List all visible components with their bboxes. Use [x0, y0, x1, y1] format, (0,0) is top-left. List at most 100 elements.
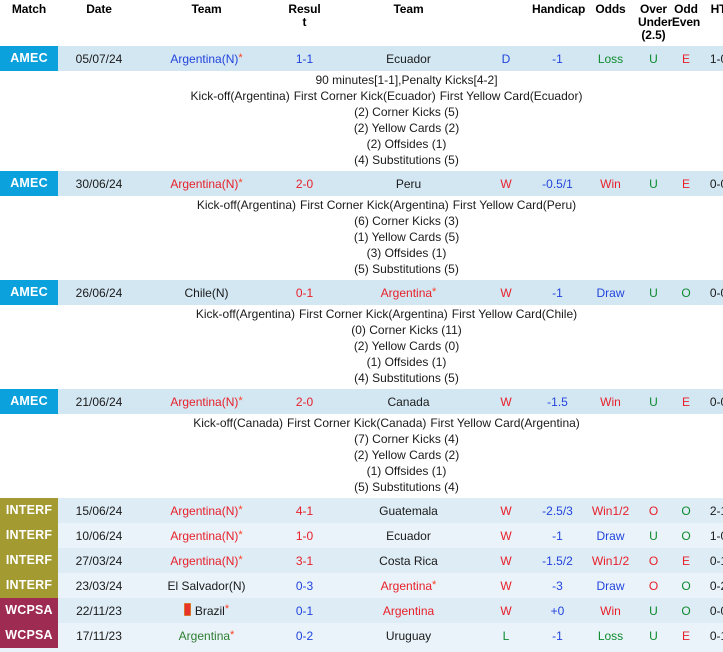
cell-over-under-25: O	[637, 498, 670, 523]
team-name-label: Argentina	[381, 286, 432, 300]
cell-handicap: -2.5/3	[531, 498, 584, 523]
header-team-away: Team	[336, 0, 481, 46]
league-badge: INTERF	[0, 573, 58, 598]
table-row[interactable]: INTERF15/06/24Argentina(N)*4-1GuatemalaW…	[0, 498, 723, 523]
cell-team-home[interactable]: Argentina(N)*	[140, 498, 273, 523]
cell-team-away[interactable]: Argentina*	[336, 573, 481, 598]
header-odd-even: Odd Even	[670, 0, 702, 46]
cell-team-away[interactable]: Argentina	[336, 598, 481, 623]
detail-stat-line: (1) Yellow Cards (5)	[0, 229, 723, 245]
match-detail-row: 90 minutes[1-1],Penalty Kicks[4-2]Kick-o…	[0, 71, 723, 171]
detail-stat-line: (2) Yellow Cards (2)	[0, 447, 723, 463]
cell-team-away[interactable]: Ecuador	[336, 523, 481, 548]
cell-odd-even: E	[670, 171, 702, 196]
cell-league[interactable]: WCPSA	[0, 598, 58, 623]
team-name-label: Argentina	[381, 579, 432, 593]
cell-ht: 2-1	[702, 498, 723, 523]
cell-odds: Draw	[584, 573, 637, 598]
detail-first-yellow: First Yellow Card(Argentina)	[430, 415, 579, 431]
cell-odds: Win1/2	[584, 498, 637, 523]
league-badge: AMEC	[0, 280, 58, 305]
table-row[interactable]: WCPSA22/11/23Brazil*0-1ArgentinaW+0WinUO…	[0, 598, 723, 623]
detail-events-line: Kick-off(Argentina)First Corner Kick(Arg…	[0, 306, 723, 322]
cell-wdl: W	[481, 171, 531, 196]
table-row[interactable]: INTERF27/03/24Argentina(N)*3-1Costa Rica…	[0, 548, 723, 573]
cell-league[interactable]: INTERF	[0, 523, 58, 548]
table-row[interactable]: INTERF23/03/24El Salvador(N)0-3Argentina…	[0, 573, 723, 598]
cell-date: 22/11/23	[58, 598, 140, 623]
league-badge: WCPSA	[0, 598, 58, 623]
match-detail-cell: 90 minutes[1-1],Penalty Kicks[4-2]Kick-o…	[0, 71, 723, 171]
cell-team-away[interactable]: Canada	[336, 389, 481, 414]
cell-handicap: -3	[531, 573, 584, 598]
cell-odd-even: O	[670, 498, 702, 523]
cell-odd-even: E	[670, 389, 702, 414]
cell-team-home[interactable]: Argentina*	[140, 623, 273, 648]
cell-handicap: -1.5	[531, 389, 584, 414]
cell-over-under-25: U	[637, 46, 670, 71]
cell-result: 0-1	[273, 280, 336, 305]
table-row[interactable]: AMEC05/07/24Argentina(N)*1-1EcuadorD-1Lo…	[0, 46, 723, 71]
team-star-marker: *	[238, 177, 242, 189]
match-detail-row: Kick-off(Argentina)First Corner Kick(Arg…	[0, 196, 723, 280]
cell-wdl: L	[481, 623, 531, 648]
cell-team-away[interactable]: Guatemala	[336, 498, 481, 523]
cell-league[interactable]: AMEC	[0, 389, 58, 414]
cell-handicap: -1.5/2	[531, 548, 584, 573]
cell-team-home[interactable]: Argentina(N)*	[140, 523, 273, 548]
cell-team-away[interactable]: Peru	[336, 171, 481, 196]
cell-team-home[interactable]: Argentina(N)*	[140, 171, 273, 196]
detail-stat-line: (0) Corner Kicks (11)	[0, 322, 723, 338]
team-name-label: Brazil	[195, 604, 225, 618]
cell-odd-even: E	[670, 623, 702, 648]
cell-date: 05/07/24	[58, 46, 140, 71]
cell-league[interactable]: INTERF	[0, 548, 58, 573]
cell-result: 1-0	[273, 523, 336, 548]
league-badge: AMEC	[0, 171, 58, 196]
cell-wdl: W	[481, 389, 531, 414]
cell-handicap: -1	[531, 46, 584, 71]
cell-odds: Draw	[584, 280, 637, 305]
cell-team-away[interactable]: Ecuador	[336, 46, 481, 71]
cell-team-home[interactable]: El Salvador(N)	[140, 573, 273, 598]
cell-league[interactable]: AMEC	[0, 280, 58, 305]
cell-odd-even: E	[670, 548, 702, 573]
cell-odd-even: O	[670, 598, 702, 623]
table-row[interactable]: WCPSA17/11/23Argentina*0-2UruguayL-1Loss…	[0, 623, 723, 648]
cell-team-away[interactable]: Argentina*	[336, 280, 481, 305]
header-handicap: Handicap	[531, 0, 584, 46]
header-wdl	[481, 0, 531, 46]
team-name-label: Argentina	[383, 604, 434, 618]
team-name-label: Peru	[396, 177, 421, 191]
cell-handicap: -1	[531, 523, 584, 548]
cell-team-home[interactable]: Chile(N)	[140, 280, 273, 305]
table-row[interactable]: AMEC26/06/24Chile(N)0-1Argentina*W-1Draw…	[0, 280, 723, 305]
cell-team-home[interactable]: Argentina(N)*	[140, 389, 273, 414]
team-star-marker: *	[432, 579, 436, 591]
cell-league[interactable]: AMEC	[0, 46, 58, 71]
cell-odds: Win	[584, 171, 637, 196]
detail-events-line: Kick-off(Canada)First Corner Kick(Canada…	[0, 415, 723, 431]
cell-team-home[interactable]: Brazil*	[140, 598, 273, 623]
cell-league[interactable]: INTERF	[0, 498, 58, 523]
cell-team-home[interactable]: Argentina(N)*	[140, 548, 273, 573]
cell-ht: 0-0	[702, 389, 723, 414]
team-star-marker: *	[225, 603, 229, 615]
cell-team-away[interactable]: Uruguay	[336, 623, 481, 648]
team-name-label: Chile(N)	[184, 286, 228, 300]
cell-result: 0-3	[273, 573, 336, 598]
cell-league[interactable]: AMEC	[0, 171, 58, 196]
cell-league[interactable]: WCPSA	[0, 623, 58, 648]
table-row[interactable]: AMEC21/06/24Argentina(N)*2-0CanadaW-1.5W…	[0, 389, 723, 414]
cell-wdl: W	[481, 573, 531, 598]
table-row[interactable]: AMEC30/06/24Argentina(N)*2-0PeruW-0.5/1W…	[0, 171, 723, 196]
detail-first-yellow: First Yellow Card(Ecuador)	[440, 88, 583, 104]
detail-first-corner: First Corner Kick(Ecuador)	[294, 88, 440, 104]
table-row[interactable]: INTERF10/06/24Argentina(N)*1-0EcuadorW-1…	[0, 523, 723, 548]
cell-team-away[interactable]: Costa Rica	[336, 548, 481, 573]
detail-first-yellow: First Yellow Card(Chile)	[452, 306, 577, 322]
cell-odds: Loss	[584, 623, 637, 648]
cell-team-home[interactable]: Argentina(N)*	[140, 46, 273, 71]
cell-league[interactable]: INTERF	[0, 573, 58, 598]
cell-handicap: +0	[531, 598, 584, 623]
